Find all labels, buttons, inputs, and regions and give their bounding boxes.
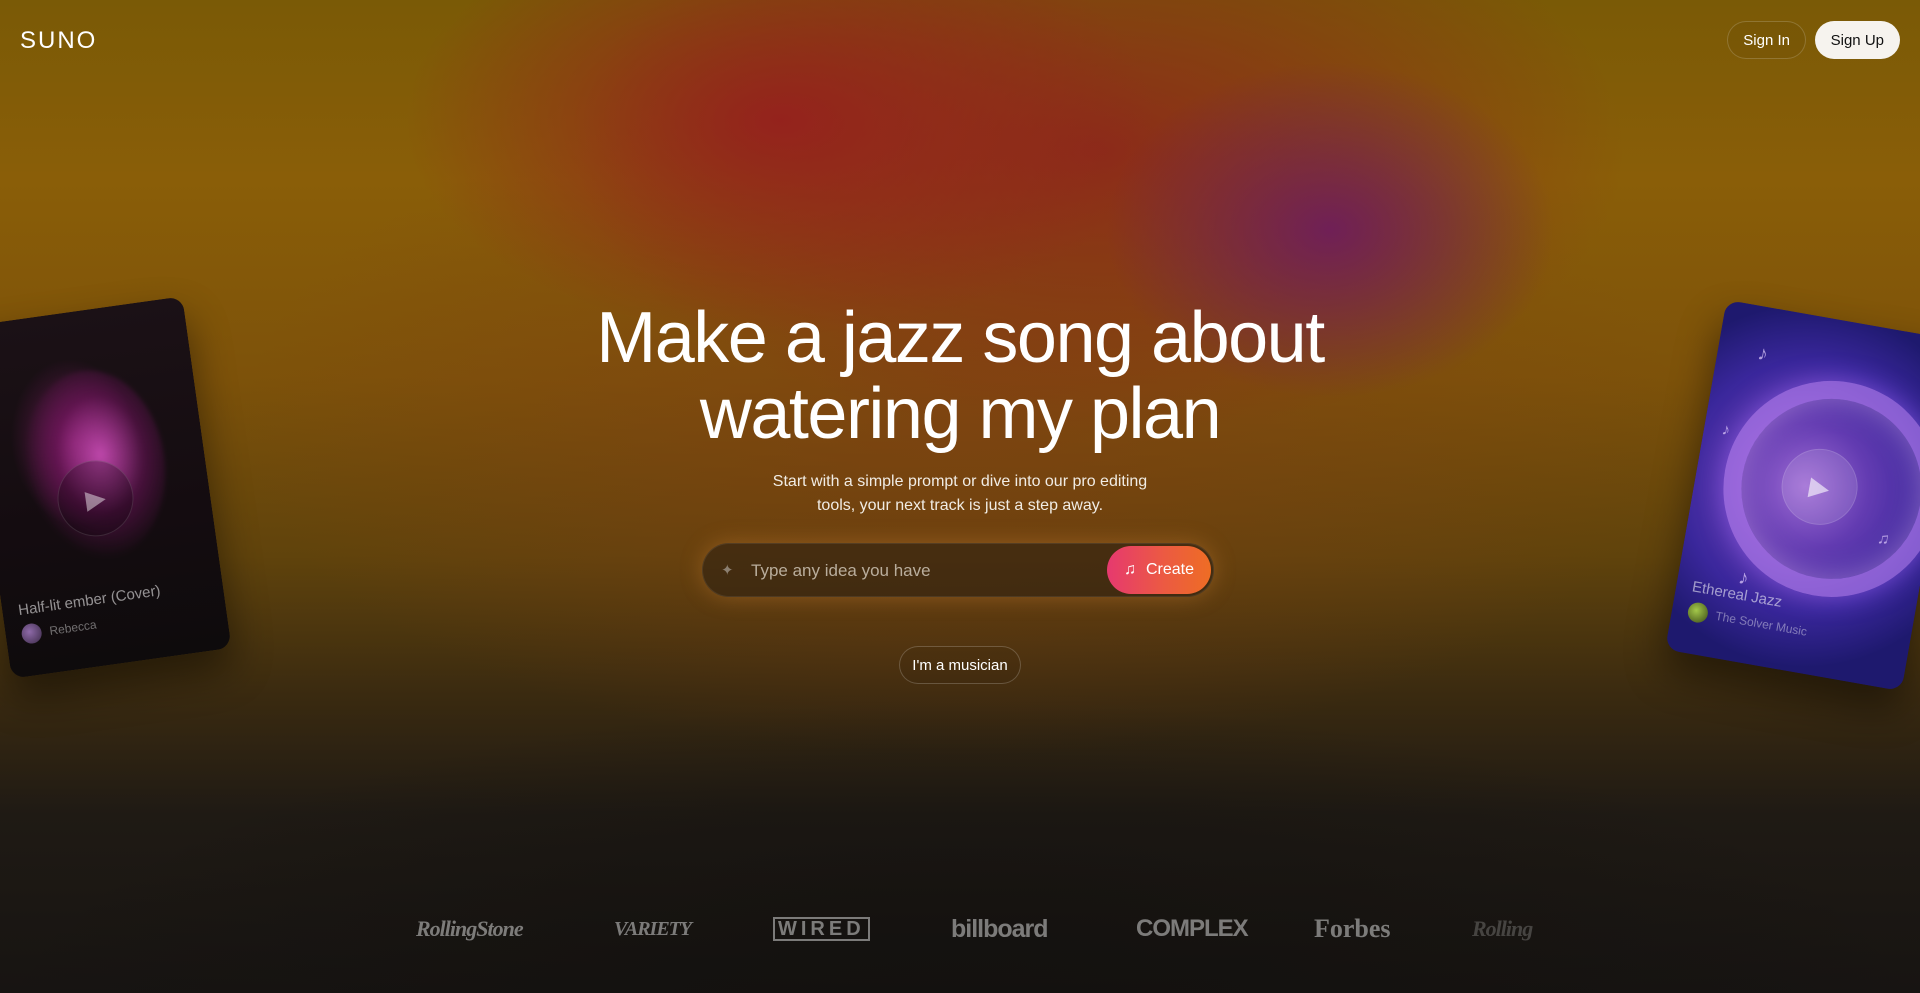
forbes-logo: Forbes [1314, 914, 1391, 943]
hero-subtitle: Start with a simple prompt or dive into … [772, 473, 1148, 514]
wired-logo: WIRED [773, 904, 872, 954]
avatar [20, 622, 43, 645]
artist-name: The Solver Music [1714, 608, 1809, 639]
prompt-bar: ✦ ♫ Create [702, 543, 1214, 597]
headline-line-2: watering my plan [699, 374, 1222, 454]
create-button[interactable]: ♫ Create [1107, 546, 1211, 594]
sign-up-button[interactable]: Sign Up [1814, 21, 1900, 59]
song-artist: Rebecca [20, 615, 97, 645]
song-artist: The Solver Music [1686, 601, 1808, 642]
billboard-logo: billboard [951, 914, 1049, 943]
variety-logo: VARIETY [614, 917, 692, 940]
song-title: Half-lit ember (Cover) [17, 582, 162, 620]
hero-section: Make a jazz song about watering my plan … [0, 300, 1920, 518]
wired-logo-text: WIRED [773, 917, 870, 941]
suno-logo[interactable]: SUNO [20, 27, 97, 55]
rolling-stone-logo: Rolling [1472, 916, 1533, 941]
rolling-stone-logo: RollingStone [416, 916, 524, 941]
complex-logo: COMPLEX [1136, 915, 1249, 942]
music-note-icon: ♫ [1123, 561, 1136, 578]
press-logos: RollingStone VARIETY WIRED billboard COM… [0, 904, 1920, 954]
prompt-input[interactable] [749, 552, 1083, 590]
artist-name: Rebecca [48, 617, 98, 638]
top-nav: SUNO Sign In Sign Up [0, 0, 1920, 80]
musician-button[interactable]: I'm a musician [899, 646, 1021, 684]
sparkle-icon: ✦ [721, 562, 734, 579]
sign-in-button[interactable]: Sign In [1727, 21, 1806, 59]
page-title: Make a jazz song about watering my plan [0, 300, 1920, 452]
headline-line-1: Make a jazz song about [596, 298, 1325, 378]
create-label: Create [1145, 561, 1195, 578]
avatar [1686, 601, 1710, 625]
